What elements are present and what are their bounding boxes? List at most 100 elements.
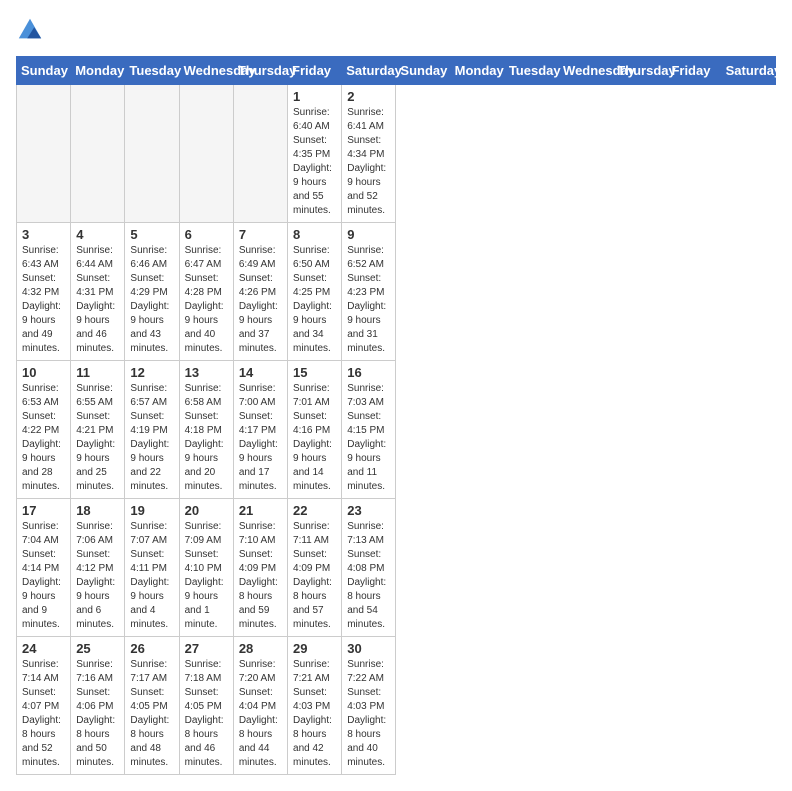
day-number: 18: [76, 503, 119, 518]
weekday-header-thursday: Thursday: [613, 57, 667, 85]
weekday-header-sunday: Sunday: [396, 57, 450, 85]
day-info: Sunrise: 7:00 AM Sunset: 4:17 PM Dayligh…: [239, 382, 282, 494]
weekday-header-saturday: Saturday: [721, 57, 775, 85]
calendar-cell: 25Sunrise: 7:16 AM Sunset: 4:06 PM Dayli…: [71, 637, 125, 775]
day-number: 22: [293, 503, 336, 518]
calendar-week-row-1: 1Sunrise: 6:40 AM Sunset: 4:35 PM Daylig…: [17, 85, 776, 223]
calendar-week-row-3: 10 Sunrise: 6:53 AM Sunset: 4:22 PM Dayli…: [17, 361, 776, 499]
calendar-cell: 10 Sunrise: 6:53 AM Sunset: 4:22 PM Dayli…: [17, 361, 71, 499]
day-info: Sunrise: 7:14 AM Sunset: 4:07 PM Dayligh…: [22, 658, 65, 770]
day-number: 16: [347, 365, 390, 380]
calendar-cell: [17, 85, 71, 223]
day-number: 30: [347, 641, 390, 656]
day-number: 6: [185, 227, 228, 242]
day-number: 9: [347, 227, 390, 242]
day-info: Sunrise: 6:47 AM Sunset: 4:28 PM Dayligh…: [185, 244, 228, 356]
calendar-cell: [179, 85, 233, 223]
day-number: 17: [22, 503, 65, 518]
day-number: 15: [293, 365, 336, 380]
calendar-cell: 21Sunrise: 7:10 AM Sunset: 4:09 PM Dayli…: [233, 499, 287, 637]
calendar-cell: 11 Sunrise: 6:55 AM Sunset: 4:21 PM Dayli…: [71, 361, 125, 499]
calendar-cell: [233, 85, 287, 223]
calendar-cell: 9 Sunrise: 6:52 AM Sunset: 4:23 PM Daylig…: [342, 223, 396, 361]
day-number: 29: [293, 641, 336, 656]
calendar-cell: 12Sunrise: 6:57 AM Sunset: 4:19 PM Dayli…: [125, 361, 179, 499]
day-number: 23: [347, 503, 390, 518]
day-info: Sunrise: 6:49 AM Sunset: 4:26 PM Dayligh…: [239, 244, 282, 356]
calendar-cell: [125, 85, 179, 223]
weekday-header-monday: Monday: [71, 57, 125, 85]
day-number: 19: [130, 503, 173, 518]
day-number: 4: [76, 227, 119, 242]
day-number: 3: [22, 227, 65, 242]
weekday-header-saturday: Saturday: [342, 57, 396, 85]
calendar-table: SundayMondayTuesdayWednesdayThursdayFrid…: [16, 56, 776, 775]
calendar-cell: 15Sunrise: 7:01 AM Sunset: 4:16 PM Dayli…: [288, 361, 342, 499]
calendar-cell: 27Sunrise: 7:18 AM Sunset: 4:05 PM Dayli…: [179, 637, 233, 775]
weekday-header-friday: Friday: [288, 57, 342, 85]
day-number: 2: [347, 89, 390, 104]
day-number: 20: [185, 503, 228, 518]
calendar-cell: 4 Sunrise: 6:44 AM Sunset: 4:31 PM Daylig…: [71, 223, 125, 361]
day-info: Sunrise: 6:58 AM Sunset: 4:18 PM Dayligh…: [185, 382, 228, 494]
calendar-cell: 3Sunrise: 6:43 AM Sunset: 4:32 PM Daylig…: [17, 223, 71, 361]
day-info: Sunrise: 6:44 AM Sunset: 4:31 PM Dayligh…: [76, 244, 119, 356]
calendar-cell: 13 Sunrise: 6:58 AM Sunset: 4:18 PM Dayli…: [179, 361, 233, 499]
day-number: 25: [76, 641, 119, 656]
calendar-cell: 17 Sunrise: 7:04 AM Sunset: 4:14 PM Dayli…: [17, 499, 71, 637]
day-number: 7: [239, 227, 282, 242]
day-info: Sunrise: 6:53 AM Sunset: 4:22 PM Dayligh…: [22, 382, 65, 494]
day-number: 24: [22, 641, 65, 656]
day-number: 5: [130, 227, 173, 242]
day-info: Sunrise: 6:50 AM Sunset: 4:25 PM Dayligh…: [293, 244, 336, 356]
day-number: 14: [239, 365, 282, 380]
calendar-cell: 1Sunrise: 6:40 AM Sunset: 4:35 PM Daylig…: [288, 85, 342, 223]
weekday-header-sunday: Sunday: [17, 57, 71, 85]
day-number: 11: [76, 365, 119, 380]
calendar-week-row-5: 24 Sunrise: 7:14 AM Sunset: 4:07 PM Dayli…: [17, 637, 776, 775]
day-info: Sunrise: 7:03 AM Sunset: 4:15 PM Dayligh…: [347, 382, 390, 494]
calendar-cell: 8 Sunrise: 6:50 AM Sunset: 4:25 PM Daylig…: [288, 223, 342, 361]
calendar-cell: 23 Sunrise: 7:13 AM Sunset: 4:08 PM Dayli…: [342, 499, 396, 637]
day-info: Sunrise: 7:21 AM Sunset: 4:03 PM Dayligh…: [293, 658, 336, 770]
weekday-header-tuesday: Tuesday: [504, 57, 558, 85]
day-number: 10: [22, 365, 65, 380]
day-number: 27: [185, 641, 228, 656]
calendar-cell: 16 Sunrise: 7:03 AM Sunset: 4:15 PM Dayli…: [342, 361, 396, 499]
weekday-header-tuesday: Tuesday: [125, 57, 179, 85]
logo: [16, 16, 48, 44]
day-number: 13: [185, 365, 228, 380]
day-info: Sunrise: 7:07 AM Sunset: 4:11 PM Dayligh…: [130, 520, 173, 632]
day-number: 1: [293, 89, 336, 104]
day-info: Sunrise: 7:22 AM Sunset: 4:03 PM Dayligh…: [347, 658, 390, 770]
day-info: Sunrise: 6:41 AM Sunset: 4:34 PM Dayligh…: [347, 106, 390, 218]
calendar-cell: 19 Sunrise: 7:07 AM Sunset: 4:11 PM Dayli…: [125, 499, 179, 637]
day-info: Sunrise: 7:09 AM Sunset: 4:10 PM Dayligh…: [185, 520, 228, 632]
calendar-cell: 7 Sunrise: 6:49 AM Sunset: 4:26 PM Daylig…: [233, 223, 287, 361]
calendar-week-row-2: 3Sunrise: 6:43 AM Sunset: 4:32 PM Daylig…: [17, 223, 776, 361]
day-number: 8: [293, 227, 336, 242]
day-info: Sunrise: 7:20 AM Sunset: 4:04 PM Dayligh…: [239, 658, 282, 770]
weekday-header-monday: Monday: [450, 57, 504, 85]
calendar-cell: 18 Sunrise: 7:06 AM Sunset: 4:12 PM Dayli…: [71, 499, 125, 637]
day-info: Sunrise: 7:13 AM Sunset: 4:08 PM Dayligh…: [347, 520, 390, 632]
weekday-header-row: SundayMondayTuesdayWednesdayThursdayFrid…: [17, 57, 776, 85]
weekday-header-wednesday: Wednesday: [179, 57, 233, 85]
day-info: Sunrise: 7:10 AM Sunset: 4:09 PM Dayligh…: [239, 520, 282, 632]
day-info: Sunrise: 7:06 AM Sunset: 4:12 PM Dayligh…: [76, 520, 119, 632]
calendar-cell: 24 Sunrise: 7:14 AM Sunset: 4:07 PM Dayli…: [17, 637, 71, 775]
day-info: Sunrise: 7:04 AM Sunset: 4:14 PM Dayligh…: [22, 520, 65, 632]
day-info: Sunrise: 6:52 AM Sunset: 4:23 PM Dayligh…: [347, 244, 390, 356]
calendar-cell: 14 Sunrise: 7:00 AM Sunset: 4:17 PM Dayli…: [233, 361, 287, 499]
calendar-cell: 22Sunrise: 7:11 AM Sunset: 4:09 PM Dayli…: [288, 499, 342, 637]
calendar-cell: [71, 85, 125, 223]
calendar-cell: 5Sunrise: 6:46 AM Sunset: 4:29 PM Daylig…: [125, 223, 179, 361]
day-number: 26: [130, 641, 173, 656]
calendar-cell: 20 Sunrise: 7:09 AM Sunset: 4:10 PM Dayli…: [179, 499, 233, 637]
calendar-cell: 2 Sunrise: 6:41 AM Sunset: 4:34 PM Daylig…: [342, 85, 396, 223]
calendar-week-row-4: 17 Sunrise: 7:04 AM Sunset: 4:14 PM Dayli…: [17, 499, 776, 637]
weekday-header-wednesday: Wednesday: [559, 57, 613, 85]
day-info: Sunrise: 7:17 AM Sunset: 4:05 PM Dayligh…: [130, 658, 173, 770]
logo-icon: [16, 16, 44, 44]
day-info: Sunrise: 6:55 AM Sunset: 4:21 PM Dayligh…: [76, 382, 119, 494]
